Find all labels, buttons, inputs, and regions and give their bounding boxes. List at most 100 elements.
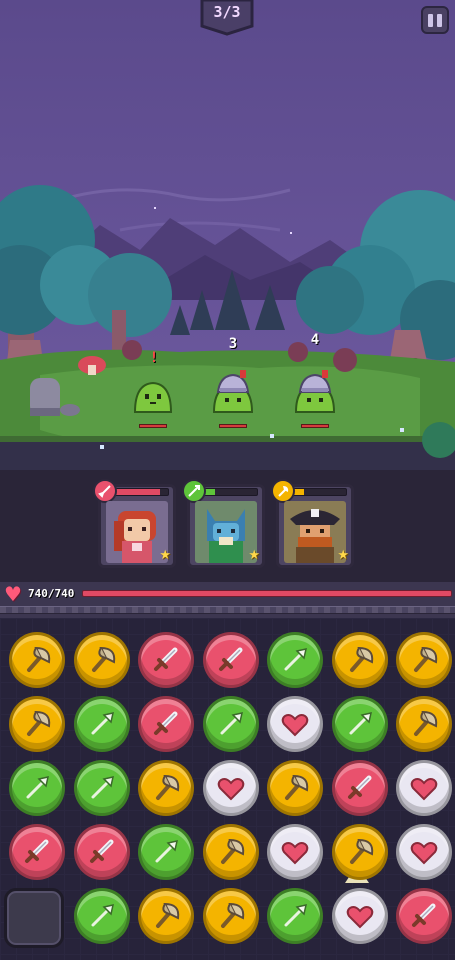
hero-card-swordswoman[interactable]: ★ — [93, 479, 176, 568]
star-rank-icon: ★ — [248, 548, 260, 563]
pause-icon — [428, 13, 433, 27]
spear-orb[interactable] — [73, 888, 130, 944]
wave-counter-badge: 3/3 — [198, 0, 256, 36]
hero-card-cat-archer[interactable]: ★ — [182, 479, 265, 568]
enemy-1-target-marker: ! — [149, 350, 159, 366]
axe-icon — [27, 646, 51, 672]
sword-orb[interactable] — [331, 760, 388, 816]
spear-icon — [26, 776, 49, 799]
empty-item-slot[interactable] — [4, 888, 64, 948]
axe-orb[interactable] — [267, 760, 323, 816]
party-hp-text: 740/740 — [28, 587, 75, 600]
axe-icon — [271, 479, 295, 503]
axe-orb[interactable] — [138, 760, 194, 816]
axe-icon — [91, 646, 115, 672]
star-rank-icon: ★ — [159, 548, 171, 563]
sword-icon — [218, 647, 242, 671]
spear-icon — [182, 479, 206, 503]
heart-orb[interactable] — [331, 888, 388, 944]
heart-icon: ♥ — [4, 582, 22, 606]
spear-orb[interactable] — [331, 696, 388, 752]
spear-icon — [155, 840, 178, 863]
spear-orb[interactable] — [138, 824, 194, 880]
battle-scene: 3/3 ! 3 4 — [0, 0, 455, 470]
axe-orb[interactable] — [9, 632, 65, 688]
axe-icon — [414, 646, 438, 672]
spear-orb[interactable] — [267, 632, 323, 688]
green-slime-enemy[interactable] — [133, 380, 173, 414]
sword-orb[interactable] — [138, 632, 194, 688]
party-hp-section: ♥ 740/740 — [0, 582, 455, 618]
sword-icon — [154, 647, 178, 671]
heart-icon — [281, 842, 309, 865]
axe-orb[interactable] — [396, 696, 452, 752]
helmet-slime-enemy[interactable] — [210, 368, 256, 414]
axe-icon — [349, 838, 373, 864]
skill-charge-bar — [204, 488, 258, 496]
helmet-slime-enemy[interactable] — [292, 368, 338, 414]
sword-orb[interactable] — [138, 696, 194, 752]
pause-button[interactable] — [421, 6, 449, 34]
star-rank-icon: ★ — [337, 548, 349, 563]
spear-orb[interactable] — [9, 760, 65, 816]
heart-orb[interactable] — [267, 696, 323, 752]
hero-card-pirate-captain[interactable]: ★ — [271, 479, 354, 568]
sword-icon — [412, 903, 436, 927]
axe-orb[interactable] — [138, 888, 194, 944]
hero-party-strip: ★ ★ ★ — [0, 470, 455, 582]
spear-icon — [91, 776, 114, 799]
spear-icon — [349, 712, 372, 735]
heart-icon — [281, 714, 309, 737]
axe-orb[interactable] — [202, 824, 259, 880]
heart-orb[interactable] — [396, 824, 452, 880]
axe-icon — [220, 838, 244, 864]
axe-icon — [349, 646, 373, 672]
spear-orb[interactable] — [267, 888, 323, 944]
axe-orb[interactable] — [331, 824, 388, 880]
sword-orb[interactable] — [73, 824, 130, 880]
sword-icon — [154, 711, 178, 735]
axe-orb[interactable] — [73, 632, 130, 688]
heart-icon — [410, 842, 438, 865]
enemy-3-hp-bar — [301, 424, 329, 428]
spear-icon — [91, 904, 114, 927]
heart-icon — [346, 906, 373, 929]
sword-orb[interactable] — [9, 824, 65, 880]
spear-orb[interactable] — [73, 760, 130, 816]
spear-icon — [284, 904, 307, 927]
match-board — [0, 618, 455, 960]
axe-orb[interactable] — [396, 632, 452, 688]
axe-icon — [414, 710, 438, 736]
sword-icon — [347, 775, 371, 799]
heart-icon — [410, 778, 438, 801]
spear-orb[interactable] — [202, 696, 259, 752]
axe-orb[interactable] — [202, 888, 259, 944]
heart-icon — [217, 778, 244, 801]
enemy-2-turn-counter: 3 — [228, 336, 238, 352]
sword-orb[interactable] — [202, 632, 259, 688]
enemy-1-hp-bar — [139, 424, 167, 428]
heart-orb[interactable] — [202, 760, 259, 816]
sword-orb[interactable] — [396, 888, 452, 944]
axe-icon — [156, 774, 180, 800]
axe-icon — [156, 902, 180, 928]
axe-icon — [220, 902, 244, 928]
spear-icon — [91, 712, 114, 735]
axe-orb[interactable] — [9, 696, 65, 752]
heart-orb[interactable] — [267, 824, 323, 880]
spear-icon — [220, 712, 243, 735]
axe-orb[interactable] — [331, 632, 388, 688]
sword-icon — [93, 479, 117, 503]
heart-orb[interactable] — [396, 760, 452, 816]
spear-icon — [284, 648, 307, 671]
board-rail-divider — [0, 606, 455, 614]
spear-orb[interactable] — [73, 696, 130, 752]
wave-counter-text: 3/3 — [213, 3, 241, 21]
sword-icon — [25, 839, 49, 863]
axe-icon — [27, 710, 51, 736]
axe-icon — [285, 774, 309, 800]
skill-charge-bar — [115, 488, 169, 496]
party-hp-bar — [82, 590, 452, 597]
sword-icon — [89, 839, 113, 863]
skill-charge-bar — [293, 488, 347, 496]
